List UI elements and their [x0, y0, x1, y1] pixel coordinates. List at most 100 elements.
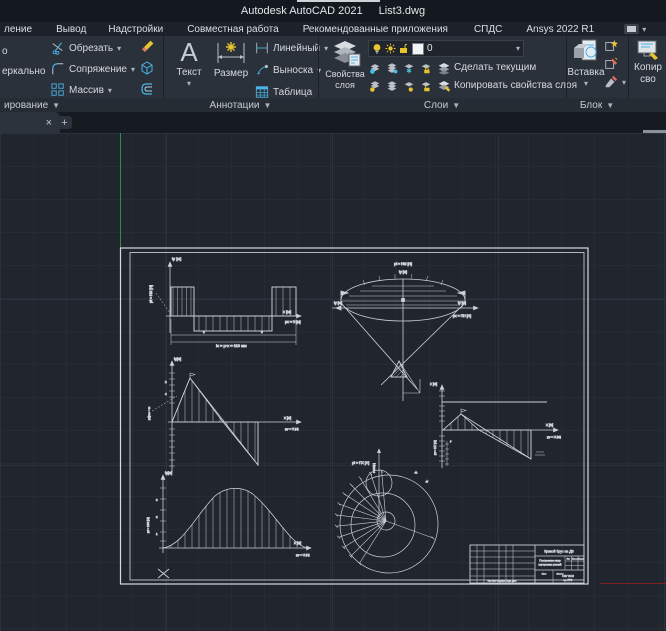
file-tab-bar: × +	[0, 112, 666, 133]
svg-text:tу [м]: tу [м]	[399, 270, 407, 274]
layer-off-icon[interactable]	[368, 61, 382, 75]
ribbon-tab-ansys[interactable]: Ansys 2022 R1	[524, 24, 596, 35]
panel-label-modify[interactable]: ирование ▼	[0, 98, 163, 112]
edit-attributes-button[interactable]	[604, 57, 618, 71]
panel-modify: о еркально Обрезать ▾ Сопряжение	[0, 36, 163, 112]
panel-annotation: A Текст ▾ Размер	[163, 36, 318, 112]
ribbon-tab-addins[interactable]: Надстройки	[106, 24, 165, 35]
panel-label-properties[interactable]	[628, 98, 666, 112]
app-title: Autodesk AutoCAD 2021	[241, 5, 363, 17]
panel-label-block[interactable]: Блок ▼	[566, 98, 628, 112]
new-drawing-tab-button[interactable]: +	[57, 116, 72, 129]
svg-text:tу[м]: tу[м]	[174, 357, 181, 361]
make-current-icon	[436, 60, 452, 75]
svg-text:внутренних усилий: внутренних усилий	[539, 563, 562, 567]
ribbon-display-options-button[interactable]: ▾	[624, 24, 646, 34]
chevron-down-icon: ▾	[584, 79, 588, 88]
chevron-down-icon: ▾	[131, 65, 135, 74]
layer-properties-button[interactable]: Свойства слоя	[322, 38, 368, 90]
edit-attributes-icon	[604, 57, 618, 71]
svg-text:Кривой брус на ДВ: Кривой брус на ДВ	[544, 550, 574, 554]
fillet-button[interactable]: Сопряжение ▾	[51, 62, 135, 76]
ribbon-tab-featured-apps[interactable]: Рекомендованные приложения	[301, 24, 450, 35]
fillet-icon	[51, 62, 65, 76]
explode-button[interactable]	[139, 60, 155, 76]
polar-diagram: μt = ПХ [Н] t=100[Н] tу tх ρ	[335, 440, 452, 573]
layer-freeze-icon[interactable]	[402, 61, 416, 75]
cut-button-label[interactable]: о	[2, 46, 8, 57]
linear-dimension-icon	[255, 41, 269, 55]
drawing-canvas[interactable]: tу [м] x [м] μх = Н [м] μt = НМ [Н] lх =…	[0, 133, 666, 631]
make-current-button[interactable]: Сделать текущим	[454, 62, 536, 73]
layer-tools-row-1	[368, 60, 452, 75]
array-button[interactable]: Массив ▾	[51, 83, 112, 97]
block-editor-button[interactable]: ▾	[604, 75, 626, 89]
image-icon	[624, 24, 639, 34]
svg-text:1: 1	[156, 532, 158, 536]
titlebar: Autodesk AutoCAD 2021 List3.dwg	[0, 0, 666, 22]
svg-text:tх: tх	[424, 479, 429, 484]
sun-icon	[385, 43, 396, 54]
offset-button[interactable]	[139, 81, 155, 97]
leader-button[interactable]: Выноска ▾	[255, 63, 321, 77]
svg-text:2: 2	[156, 515, 158, 519]
match-layer-icon	[436, 78, 452, 93]
ribbon-tab-output[interactable]: Вывод	[54, 24, 88, 35]
erase-button[interactable]	[139, 39, 155, 55]
svg-text:Лист: Лист	[542, 574, 547, 576]
create-block-button[interactable]	[604, 39, 618, 53]
chevron-down-icon: ▾	[108, 86, 112, 95]
drawing-content: tу [м] x [м] μх = Н [м] μt = НМ [Н] lх =…	[0, 133, 666, 631]
layer-lock-icon[interactable]	[419, 61, 433, 75]
mirror-button[interactable]: еркально	[2, 66, 45, 77]
svg-text:x [м]: x [м]	[284, 416, 291, 420]
svg-text:μх = ПН [Н]: μх = ПН [Н]	[453, 314, 471, 318]
ribbon-tab-spds[interactable]: СПДС	[472, 24, 504, 35]
svg-text:x [м]: x [м]	[546, 423, 553, 427]
layer-unlock-icon[interactable]	[419, 79, 433, 93]
insert-block-button[interactable]: Вставка ▾	[569, 38, 603, 88]
layer-thaw-icon[interactable]	[402, 79, 416, 93]
layer-color-swatch	[412, 43, 424, 55]
epure-load-diagram: tу [м] x [м] μх = Н [м] μt = НМ [Н] lх =…	[149, 256, 301, 348]
trim-icon	[51, 41, 65, 55]
panel-label-annotation[interactable]: Аннотации ▼	[163, 98, 318, 112]
block-editor-icon	[604, 75, 618, 89]
match-properties-icon	[636, 39, 660, 61]
drawing-file-tab[interactable]: ×	[0, 112, 60, 133]
ribbon-tab-manage[interactable]: ление	[2, 24, 34, 35]
text-button[interactable]: A Текст ▾	[171, 38, 207, 88]
array-icon	[51, 83, 65, 97]
match-properties-button[interactable]: Копир сво	[632, 39, 664, 85]
erase-icon	[139, 39, 155, 55]
shear-diagram-right: z [м] x [м] μу = Н [М] μt = НТ [Н]	[430, 382, 561, 468]
moment-diagram: tу[м] x [м] μу = Н [Н] μt = 100 [Н] 1 2 …	[146, 471, 311, 557]
layer-on-icon[interactable]	[368, 79, 382, 93]
table-icon	[255, 85, 269, 99]
match-layer-properties-button[interactable]: Копировать свойства слоя	[454, 80, 577, 91]
table-button[interactable]: Таблица	[255, 85, 312, 99]
svg-text:x [м]: x [м]	[283, 309, 291, 314]
panel-label-layers[interactable]: Слои ▼	[318, 98, 566, 112]
dimension-button[interactable]: Размер	[211, 39, 251, 79]
svg-text:4: 4	[165, 392, 167, 396]
svg-text:x [м]: x [м]	[294, 541, 301, 545]
trim-button[interactable]: Обрезать ▾	[51, 41, 121, 55]
unlock-icon	[399, 43, 409, 54]
svg-text:tу [м]: tу [м]	[334, 301, 342, 305]
text-icon: A	[180, 38, 197, 66]
layer-isolate-icon[interactable]	[385, 61, 399, 75]
svg-text:μу = Н [М]: μу = Н [М]	[547, 435, 561, 439]
svg-text:μу = П [Н]: μу = П [Н]	[285, 427, 299, 431]
title-block: Кривой брус на ДВ Построение эпюр внутре…	[470, 545, 584, 583]
svg-text:lх = μ·х = 110 мм: lх = μ·х = 110 мм	[216, 343, 247, 348]
chevron-down-icon: ▼	[452, 101, 460, 110]
svg-text:гр. ПГС: гр. ПГС	[564, 578, 573, 582]
layer-walk-icon[interactable]	[385, 79, 399, 93]
close-icon[interactable]: ×	[46, 117, 52, 129]
autocad-window: Autodesk AutoCAD 2021 List3.dwg ление Вы…	[0, 0, 666, 631]
ribbon-tab-collaborate[interactable]: Совместная работа	[185, 24, 281, 35]
chevron-down-icon: ▾	[187, 79, 191, 88]
layer-dropdown[interactable]: 0 ▾	[368, 40, 524, 57]
svg-text:ρ: ρ	[450, 440, 452, 443]
